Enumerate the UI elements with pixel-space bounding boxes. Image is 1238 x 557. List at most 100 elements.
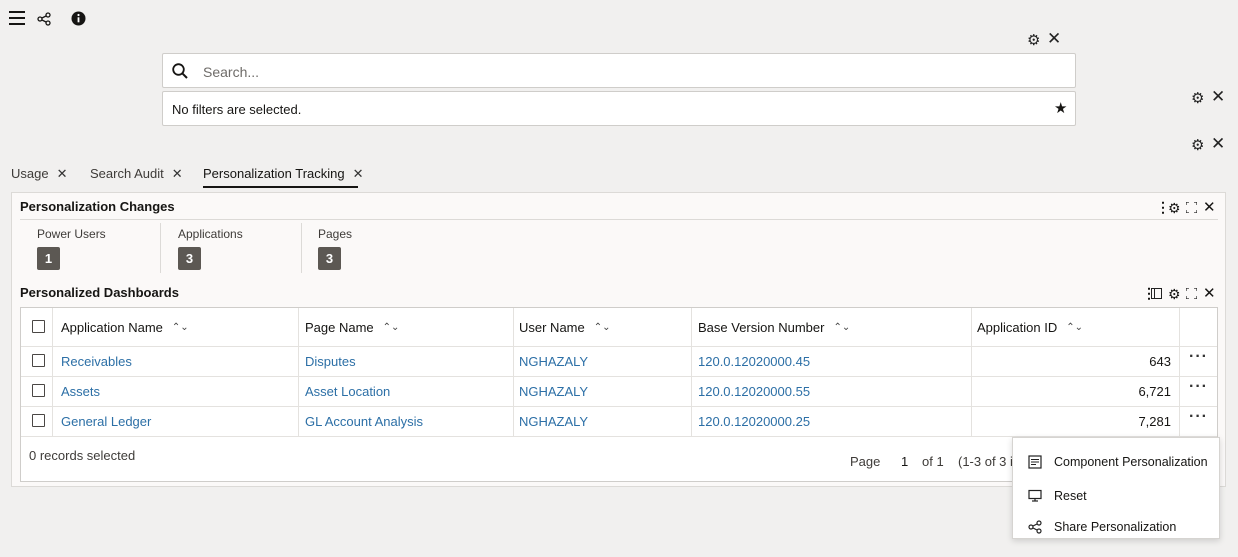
column-header-label: Base Version Number — [698, 319, 825, 335]
reset-icon — [1028, 489, 1042, 502]
column-divider — [513, 308, 514, 436]
column-header[interactable]: Base Version Number ⌃⌄ — [698, 308, 850, 346]
row-actions-icon[interactable]: ··· — [1189, 378, 1208, 396]
close-icon[interactable]: ✕ — [353, 166, 364, 181]
filter-status-text: No filters are selected. — [172, 102, 302, 117]
share-button[interactable] — [36, 11, 52, 27]
page-total: of 1 — [922, 454, 944, 469]
metric-label: Power Users — [37, 227, 106, 241]
metric-badge[interactable]: 1 — [37, 247, 60, 270]
column-divider — [1179, 308, 1180, 436]
metric-badge[interactable]: 3 — [178, 247, 201, 270]
expand-icon[interactable] — [1186, 288, 1197, 299]
application-name-link[interactable]: Assets — [61, 384, 100, 399]
sort-icon[interactable]: ⌃⌄ — [172, 322, 189, 333]
column-header-label: Application ID — [977, 319, 1058, 335]
close-icon[interactable]: ✕ — [1203, 284, 1216, 302]
tab-usage[interactable]: Usage ✕ — [11, 166, 67, 182]
user-name-link[interactable]: NGHAZALY — [519, 354, 588, 369]
share-icon — [37, 12, 51, 26]
metric-label: Pages — [318, 227, 353, 241]
search-icon — [172, 63, 188, 79]
tab-personalization-tracking[interactable]: Personalization Tracking ✕ — [203, 166, 364, 182]
column-divider — [971, 308, 972, 436]
version-link[interactable]: 120.0.12020000.55 — [698, 384, 810, 399]
tab-label: Usage — [11, 166, 49, 181]
select-all-checkbox[interactable] — [32, 320, 45, 333]
sort-icon[interactable]: ⌃⌄ — [383, 322, 400, 333]
column-header-label: Application Name — [61, 319, 163, 335]
info-icon — [71, 11, 85, 25]
settings-gear-icon[interactable]: ⚙ — [1168, 286, 1181, 303]
column-header[interactable]: Page Name ⌃⌄ — [305, 308, 399, 346]
column-divider — [52, 308, 53, 436]
application-name-link[interactable]: Receivables — [61, 354, 132, 369]
divider — [21, 376, 1217, 377]
column-divider — [298, 308, 299, 436]
application-name-link[interactable]: General Ledger — [61, 414, 151, 429]
component-personalization-icon — [1028, 455, 1042, 469]
active-tab-indicator — [203, 186, 358, 188]
expand-icon[interactable] — [1186, 202, 1197, 213]
menu-item-share-personalization[interactable]: Share Personalization — [1013, 514, 1219, 542]
settings-gear-icon[interactable]: ⚙ — [1168, 200, 1181, 217]
column-divider — [691, 308, 692, 436]
user-name-link[interactable]: NGHAZALY — [519, 384, 588, 399]
menu-item-reset[interactable]: Reset — [1013, 483, 1219, 511]
page-label: Page — [850, 454, 881, 469]
search-input[interactable] — [201, 54, 1065, 89]
tab-label: Personalization Tracking — [203, 166, 345, 181]
column-header[interactable]: Application Name ⌃⌄ — [61, 308, 189, 346]
version-link[interactable]: 120.0.12020000.25 — [698, 414, 810, 429]
panel-title: Personalization Changes — [20, 199, 175, 214]
tab-label: Search Audit — [90, 166, 164, 181]
application-id: 643 — [1149, 354, 1171, 369]
star-icon[interactable]: ★ — [1054, 99, 1067, 117]
close-icon[interactable]: ✕ — [1211, 135, 1225, 152]
hamburger-icon — [9, 11, 25, 25]
divider — [21, 406, 1217, 407]
page-name-link[interactable]: GL Account Analysis — [305, 414, 423, 429]
column-panel-icon[interactable] — [1151, 288, 1162, 299]
row-checkbox[interactable] — [32, 384, 45, 397]
hamburger-menu-button[interactable] — [8, 9, 26, 27]
column-header-label: Page Name — [305, 319, 374, 335]
version-link[interactable]: 120.0.12020000.45 — [698, 354, 810, 369]
close-icon[interactable]: ✕ — [172, 166, 183, 181]
tab-search-audit[interactable]: Search Audit ✕ — [90, 166, 183, 182]
menu-item-label: Component Personalization — [1054, 455, 1208, 469]
metric-badge[interactable]: 3 — [318, 247, 341, 270]
close-icon[interactable]: ✕ — [1203, 198, 1216, 216]
search-box — [162, 53, 1076, 89]
row-actions-icon[interactable]: ··· — [1189, 408, 1208, 426]
page-name-link[interactable]: Asset Location — [305, 384, 390, 399]
metric-label: Applications — [178, 227, 243, 241]
menu-item-component-personalization[interactable]: Component Personalization — [1013, 449, 1219, 477]
settings-gear-icon[interactable]: ⚙ — [1191, 91, 1204, 106]
close-icon[interactable]: ✕ — [57, 166, 68, 181]
settings-gear-icon[interactable]: ⚙ — [1027, 33, 1040, 48]
settings-gear-icon[interactable]: ⚙ — [1191, 138, 1204, 153]
info-button[interactable] — [70, 10, 86, 26]
page-name-link[interactable]: Disputes — [305, 354, 356, 369]
divider — [20, 219, 1218, 220]
section-title: Personalized Dashboards — [20, 285, 179, 300]
page-number-input[interactable]: 1 — [901, 454, 908, 469]
divider — [301, 223, 302, 273]
close-icon[interactable]: ✕ — [1211, 88, 1225, 105]
divider — [160, 223, 161, 273]
row-checkbox[interactable] — [32, 414, 45, 427]
close-icon[interactable]: ✕ — [1047, 30, 1061, 47]
share-icon — [1028, 520, 1042, 534]
sort-icon[interactable]: ⌃⌄ — [594, 322, 611, 333]
row-actions-icon[interactable]: ··· — [1189, 348, 1208, 366]
menu-item-label: Reset — [1054, 489, 1087, 503]
column-header[interactable]: Application ID ⌃⌄ — [977, 308, 1083, 346]
sort-icon[interactable]: ⌃⌄ — [1066, 322, 1083, 333]
sort-icon[interactable]: ⌃⌄ — [833, 322, 850, 333]
column-header[interactable]: User Name ⌃⌄ — [519, 308, 611, 346]
row-actions-menu: Component Personalization Reset Share Pe… — [1012, 437, 1220, 539]
row-checkbox[interactable] — [32, 354, 45, 367]
divider — [21, 346, 1217, 347]
user-name-link[interactable]: NGHAZALY — [519, 414, 588, 429]
